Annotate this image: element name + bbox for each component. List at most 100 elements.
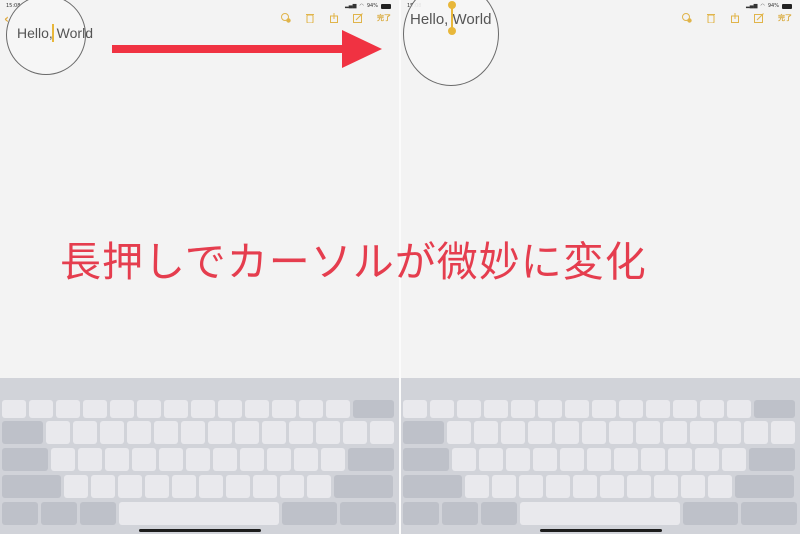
numbers-key[interactable] — [442, 502, 478, 525]
key[interactable] — [186, 448, 210, 471]
key[interactable] — [700, 400, 724, 418]
key[interactable] — [56, 400, 80, 418]
mic-key[interactable] — [80, 502, 116, 525]
key[interactable] — [695, 448, 719, 471]
key[interactable] — [137, 400, 161, 418]
key[interactable] — [717, 421, 741, 444]
key[interactable] — [289, 421, 313, 444]
globe-key[interactable] — [2, 502, 38, 525]
shift-key-left[interactable] — [2, 475, 61, 498]
key[interactable] — [587, 448, 611, 471]
done-button[interactable]: 完了 — [778, 13, 792, 23]
numbers-key-right[interactable] — [282, 502, 337, 525]
done-button[interactable]: 完了 — [377, 13, 391, 23]
key[interactable] — [294, 448, 318, 471]
key[interactable] — [519, 475, 543, 498]
key[interactable] — [555, 421, 579, 444]
key[interactable] — [708, 475, 732, 498]
key[interactable] — [538, 400, 562, 418]
key[interactable] — [172, 475, 196, 498]
key[interactable] — [560, 448, 584, 471]
key[interactable] — [316, 421, 340, 444]
key[interactable] — [253, 475, 277, 498]
key[interactable] — [2, 400, 26, 418]
numbers-key-right[interactable] — [683, 502, 738, 525]
trash-icon[interactable] — [706, 13, 716, 23]
globe-key[interactable] — [403, 502, 439, 525]
home-indicator[interactable] — [139, 529, 261, 532]
key[interactable] — [479, 448, 503, 471]
key[interactable] — [272, 400, 296, 418]
key[interactable] — [727, 400, 751, 418]
key[interactable] — [609, 421, 633, 444]
key[interactable] — [654, 475, 678, 498]
key[interactable] — [299, 400, 323, 418]
share-icon[interactable] — [329, 13, 339, 23]
key[interactable] — [51, 448, 75, 471]
key[interactable] — [343, 421, 367, 444]
key[interactable] — [208, 421, 232, 444]
key[interactable] — [565, 400, 589, 418]
keyboard-dismiss-key[interactable] — [340, 502, 396, 525]
key[interactable] — [370, 421, 394, 444]
key[interactable] — [506, 448, 530, 471]
key[interactable] — [64, 475, 88, 498]
people-add-icon[interactable] — [682, 13, 692, 23]
caps-key[interactable] — [2, 448, 48, 471]
key[interactable] — [627, 475, 651, 498]
key[interactable] — [240, 448, 264, 471]
key[interactable] — [29, 400, 53, 418]
key[interactable] — [154, 421, 178, 444]
key[interactable] — [573, 475, 597, 498]
key[interactable] — [83, 400, 107, 418]
key[interactable] — [641, 448, 665, 471]
key[interactable] — [465, 475, 489, 498]
key[interactable] — [457, 400, 481, 418]
people-add-icon[interactable] — [281, 13, 291, 23]
tab-key[interactable] — [403, 421, 444, 444]
key[interactable] — [722, 448, 746, 471]
key[interactable] — [267, 448, 291, 471]
key[interactable] — [110, 400, 134, 418]
key[interactable] — [213, 448, 237, 471]
key[interactable] — [78, 448, 102, 471]
shift-key-left[interactable] — [403, 475, 462, 498]
tab-key[interactable] — [2, 421, 43, 444]
key[interactable] — [673, 400, 697, 418]
return-key[interactable] — [348, 448, 394, 471]
key[interactable] — [403, 400, 427, 418]
key[interactable] — [646, 400, 670, 418]
key[interactable] — [668, 448, 692, 471]
key[interactable] — [326, 400, 350, 418]
key[interactable] — [226, 475, 250, 498]
key[interactable] — [105, 448, 129, 471]
key[interactable] — [235, 421, 259, 444]
key[interactable] — [528, 421, 552, 444]
key[interactable] — [100, 421, 124, 444]
key[interactable] — [501, 421, 525, 444]
key[interactable] — [132, 448, 156, 471]
key[interactable] — [744, 421, 768, 444]
numbers-key[interactable] — [41, 502, 77, 525]
key[interactable] — [447, 421, 471, 444]
key[interactable] — [452, 448, 476, 471]
trash-icon[interactable] — [305, 13, 315, 23]
compose-icon[interactable] — [353, 13, 363, 23]
key[interactable] — [546, 475, 570, 498]
key[interactable] — [245, 400, 269, 418]
key[interactable] — [181, 421, 205, 444]
shift-key-right[interactable] — [334, 475, 393, 498]
key[interactable] — [307, 475, 331, 498]
key[interactable] — [159, 448, 183, 471]
key[interactable] — [73, 421, 97, 444]
key[interactable] — [46, 421, 70, 444]
space-key[interactable] — [520, 502, 680, 525]
key[interactable] — [145, 475, 169, 498]
key[interactable] — [592, 400, 616, 418]
key[interactable] — [663, 421, 687, 444]
key[interactable] — [681, 475, 705, 498]
key[interactable] — [199, 475, 223, 498]
key[interactable] — [614, 448, 638, 471]
key[interactable] — [511, 400, 535, 418]
key[interactable] — [636, 421, 660, 444]
